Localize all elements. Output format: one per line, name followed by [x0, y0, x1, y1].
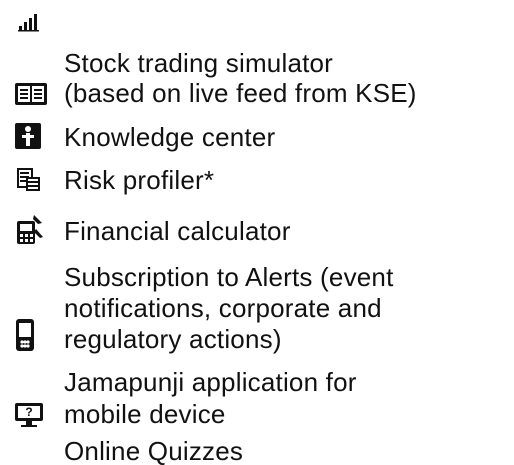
list-item-stock-trading-simulator[interactable]: Stock trading simulator (based on live f… — [0, 46, 514, 120]
knowledge-icon — [15, 123, 41, 149]
mobile-phone-icon — [16, 319, 34, 351]
book-icon — [15, 83, 47, 105]
list-item-label: Jamapunji application for mobile device — [64, 367, 357, 429]
list-item-online-quizzes[interactable]: Online Quizzes — [0, 436, 514, 465]
list-item-subscription-alerts[interactable]: Subscription to Alerts (event notificati… — [0, 262, 514, 372]
list-item-label: Subscription to Alerts (event notificati… — [64, 262, 394, 354]
list-item-label: Stock trading simulator (based on live f… — [64, 48, 417, 108]
list-item-financial-calculator[interactable]: Financial calculator — [0, 214, 514, 250]
monitor-question-icon: ? — [15, 403, 43, 427]
svg-text:?: ? — [25, 405, 32, 419]
list-item-label: Online Quizzes — [64, 436, 244, 465]
calculator-icon — [17, 215, 43, 244]
list-item-jamapunji-application[interactable]: ? Jamapunji application for mobile devic… — [0, 366, 514, 436]
list-item-label: Financial calculator — [64, 216, 291, 246]
list-item-label: Knowledge center — [64, 122, 276, 152]
list-item-risk-profiler[interactable]: Risk profiler* — [0, 163, 514, 199]
signal-bars-icon — [18, 14, 39, 32]
document-stack-icon — [17, 168, 40, 191]
list-item-knowledge-center[interactable]: Knowledge center — [0, 120, 514, 156]
list-item-label: Risk profiler* — [64, 165, 215, 195]
